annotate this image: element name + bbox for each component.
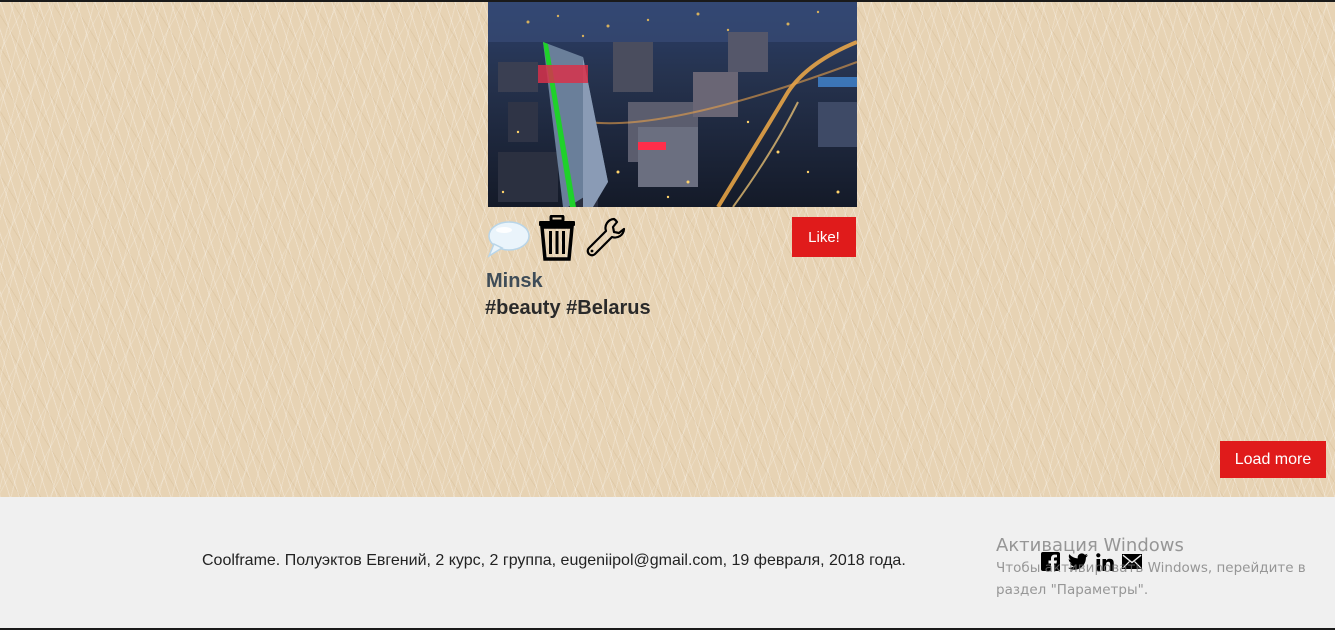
trash-icon[interactable] — [538, 215, 576, 261]
mail-icon[interactable] — [1122, 554, 1142, 569]
facebook-icon[interactable] — [1041, 552, 1060, 571]
social-links — [1041, 552, 1142, 571]
twitter-icon[interactable] — [1068, 552, 1088, 571]
post-actions — [486, 214, 628, 262]
footer-credits: Coolframe. Полуэктов Евгений, 2 курс, 2 … — [202, 552, 906, 569]
footer: Coolframe. Полуэктов Евгений, 2 курс, 2 … — [0, 497, 1335, 628]
load-more-button[interactable]: Load more — [1220, 441, 1326, 478]
post-tags[interactable]: #beauty #Belarus — [485, 297, 651, 320]
feed-area: Like! Minsk #beauty #Belarus Load more — [0, 2, 1335, 497]
post-photo[interactable] — [488, 2, 857, 207]
like-button[interactable]: Like! — [792, 217, 856, 257]
linkedin-icon[interactable] — [1096, 552, 1114, 571]
wrench-icon[interactable] — [584, 216, 628, 260]
post-photo-image — [488, 2, 857, 207]
speech-bubble-icon[interactable] — [486, 218, 530, 258]
post-title: Minsk — [486, 270, 543, 292]
